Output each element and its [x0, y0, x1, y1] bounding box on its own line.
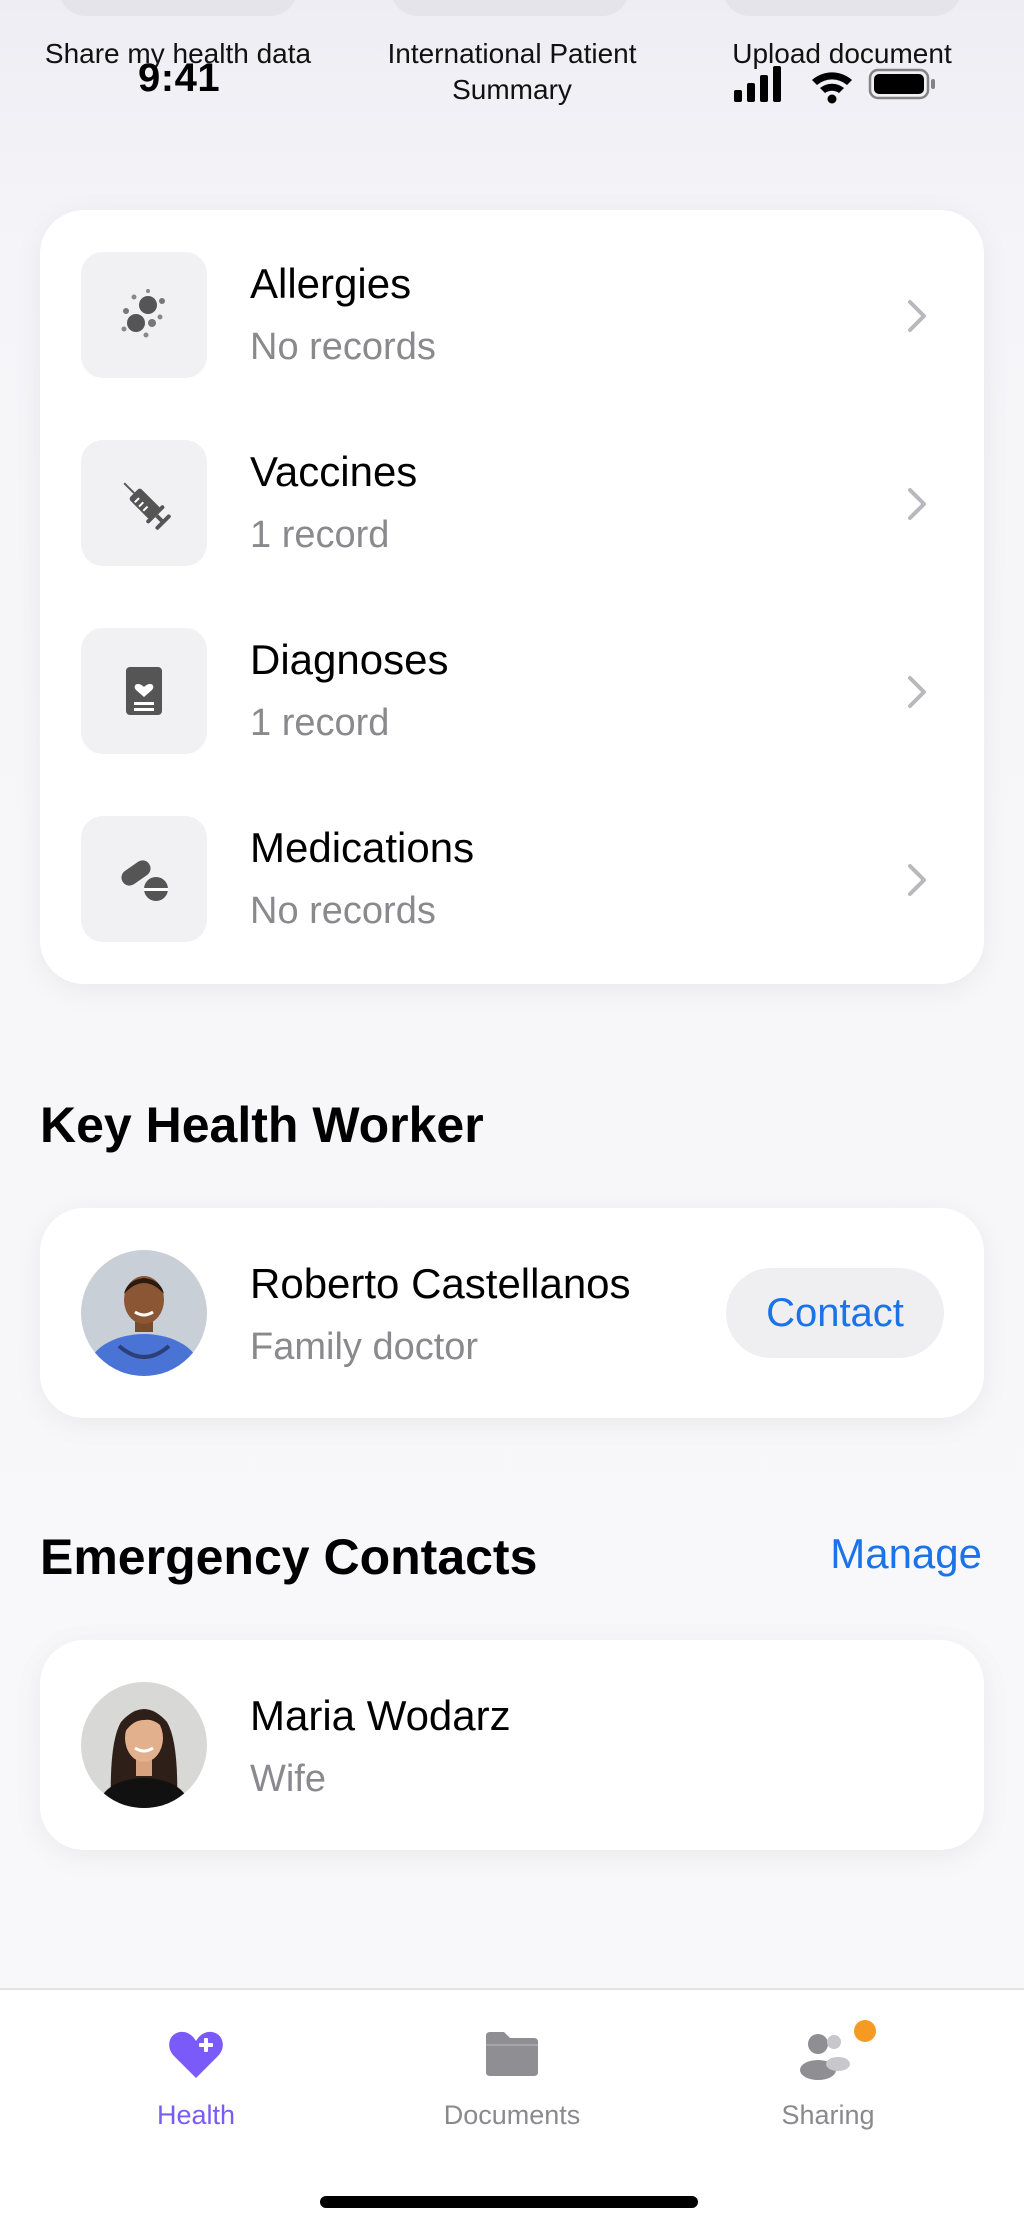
- record-subtitle: 1 record: [250, 514, 390, 556]
- medical-report-icon: [81, 628, 207, 754]
- battery-icon: [868, 68, 935, 100]
- record-title: Vaccines: [250, 448, 418, 495]
- notification-badge: [854, 2020, 876, 2042]
- record-subtitle: No records: [250, 890, 436, 932]
- tab-bar: Health Documents Sharing: [0, 1988, 1024, 2234]
- record-subtitle: 1 record: [250, 702, 390, 744]
- chevron-right-icon: [908, 864, 926, 896]
- tab-documents[interactable]: Documents: [402, 1990, 622, 2150]
- people-icon: [800, 2034, 850, 2080]
- status-bar: 9:41: [0, 0, 1024, 110]
- manage-contacts-link[interactable]: Manage: [830, 1530, 982, 1578]
- emergency-contacts-heading: Emergency Contacts: [40, 1529, 538, 1585]
- allergen-icon: [81, 252, 207, 378]
- health-worker-role: Family doctor: [250, 1326, 479, 1368]
- key-health-worker-card[interactable]: Roberto Castellanos Family doctor Contac…: [40, 1208, 984, 1418]
- status-time: 9:41: [138, 56, 221, 100]
- avatar: [81, 1682, 207, 1808]
- home-indicator: [320, 2196, 698, 2208]
- emergency-contact-card[interactable]: Maria Wodarz Wife: [40, 1640, 984, 1850]
- signal-icon: [734, 66, 781, 102]
- tab-label: Health: [156, 2100, 236, 2130]
- chevron-right-icon: [908, 676, 926, 708]
- record-row-medications[interactable]: Medications No records: [40, 774, 984, 962]
- health-records-card: Allergies No records Vaccines 1 record D…: [40, 210, 984, 984]
- tab-label: Sharing: [781, 2100, 875, 2130]
- wifi-icon: [812, 72, 852, 104]
- record-row-vaccines[interactable]: Vaccines 1 record: [40, 398, 984, 586]
- avatar: [81, 1250, 207, 1376]
- emergency-contact-name: Maria Wodarz: [250, 1692, 511, 1739]
- health-worker-name: Roberto Castellanos: [250, 1260, 631, 1307]
- tab-sharing[interactable]: Sharing: [718, 1990, 938, 2150]
- syringe-icon: [81, 440, 207, 566]
- chevron-right-icon: [908, 488, 926, 520]
- folder-icon: [486, 2032, 538, 2076]
- emergency-contact-relation: Wife: [250, 1758, 326, 1800]
- pills-icon: [81, 816, 207, 942]
- tab-label: Documents: [443, 2100, 581, 2130]
- contact-button[interactable]: Contact: [726, 1268, 944, 1358]
- key-health-worker-heading: Key Health Worker: [40, 1097, 484, 1153]
- tab-health[interactable]: Health: [86, 1990, 306, 2150]
- record-title: Diagnoses: [250, 636, 449, 683]
- record-subtitle: No records: [250, 326, 436, 368]
- record-title: Allergies: [250, 260, 412, 307]
- heart-plus-icon: [169, 2031, 223, 2078]
- record-row-diagnoses[interactable]: Diagnoses 1 record: [40, 586, 984, 774]
- record-row-allergies[interactable]: Allergies No records: [40, 210, 984, 398]
- record-title: Medications: [250, 824, 475, 871]
- status-icons: [734, 66, 935, 104]
- chevron-right-icon: [908, 300, 926, 332]
